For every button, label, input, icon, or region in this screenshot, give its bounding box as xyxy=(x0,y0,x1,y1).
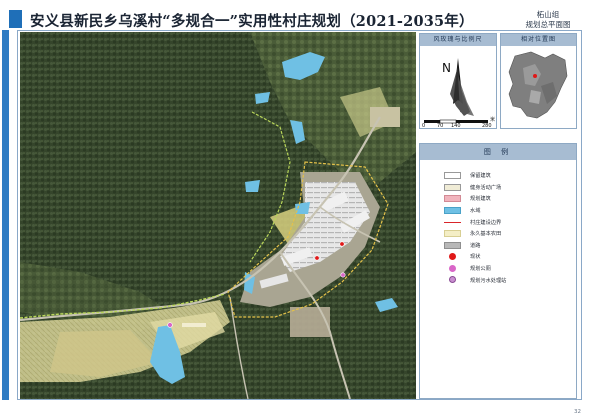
legend-item: 村庄建设边界 xyxy=(444,216,576,228)
legend-label: 村庄建设边界 xyxy=(470,219,502,226)
legend-item: 道路 xyxy=(444,240,576,252)
legend-item: 现状 xyxy=(444,251,576,263)
planned-building-icon xyxy=(444,195,461,203)
legend-item: 规划污水处理站 xyxy=(444,274,576,286)
legend-item: 水域 xyxy=(444,205,576,217)
scale-unit: 米 xyxy=(490,117,496,123)
village-boundary-icon xyxy=(444,219,461,226)
scale-tick-0: 0 xyxy=(422,123,426,129)
legend-list: 保留建筑 健身活动广场 规划建筑 水域 村庄建设边界 永久基本农田 道路 现状 … xyxy=(420,160,576,286)
aerial-plan-map xyxy=(20,32,416,399)
scale-panel: 风玫瑰与比例尺 N 0 70 140 280 米 xyxy=(419,33,497,129)
legend-label: 规划公厕 xyxy=(470,266,491,273)
legend-label: 保留建筑 xyxy=(470,173,491,180)
township-outline-icon xyxy=(508,51,568,119)
scale-ticks: 0 70 140 280 米 xyxy=(420,117,498,131)
scale-tick-140: 140 xyxy=(451,123,461,129)
legend-label: 健身活动广场 xyxy=(470,184,502,191)
legend-panel: 图 例 保留建筑 健身活动广场 规划建筑 水域 村庄建设边界 永久基本农田 道路… xyxy=(419,143,577,399)
legend-label: 规划建筑 xyxy=(470,196,491,203)
farmland-icon xyxy=(444,230,461,238)
location-panel-header: 相对位置图 xyxy=(501,34,576,46)
scale-tick-70: 70 xyxy=(437,123,444,129)
legend-label: 道路 xyxy=(470,242,481,249)
legend-item: 保留建筑 xyxy=(444,170,576,182)
legend-item: 规划建筑 xyxy=(444,193,576,205)
legend-label: 永久基本农田 xyxy=(470,231,502,238)
subtitle-sheet: 规划总平面图 xyxy=(525,20,571,29)
legend-item: 永久基本农田 xyxy=(444,228,576,240)
location-marker-icon xyxy=(533,74,537,78)
left-accent-band xyxy=(2,30,9,400)
wind-rose-svg: N xyxy=(424,58,488,124)
legend-item: 规划公厕 xyxy=(444,263,576,275)
legend-label: 规划污水处理站 xyxy=(470,277,507,284)
legend-item: 健身活动广场 xyxy=(444,182,576,194)
page-title: 安义县新民乡乌溪村“多规合一”实用性村庄规划（2021-2035年） xyxy=(30,13,474,30)
subtitle: 柘山组 规划总平面图 xyxy=(518,10,578,30)
fitness-square-icon xyxy=(444,183,461,191)
legend-label: 水域 xyxy=(470,208,481,215)
aerial-map-svg xyxy=(20,32,416,399)
page-number: 32 xyxy=(574,409,581,415)
retained-building-icon xyxy=(444,172,461,180)
north-label: N xyxy=(442,61,451,75)
subtitle-group: 柘山组 xyxy=(536,10,560,19)
title-marker xyxy=(9,10,22,28)
water-icon xyxy=(444,207,461,215)
location-map-svg xyxy=(508,51,568,119)
legend-header: 图 例 xyxy=(420,144,576,160)
planned-toilet-icon xyxy=(444,264,461,272)
current-icon xyxy=(444,252,461,260)
scale-panel-header: 风玫瑰与比例尺 xyxy=(420,34,496,46)
title-bar: 安义县新民乡乌溪村“多规合一”实用性村庄规划（2021-2035年） xyxy=(9,9,581,31)
location-panel: 相对位置图 xyxy=(500,33,577,129)
sewage-station-icon xyxy=(444,276,461,284)
legend-label: 现状 xyxy=(470,254,481,261)
road-icon xyxy=(444,241,461,249)
scale-tick-280: 280 xyxy=(482,123,492,129)
